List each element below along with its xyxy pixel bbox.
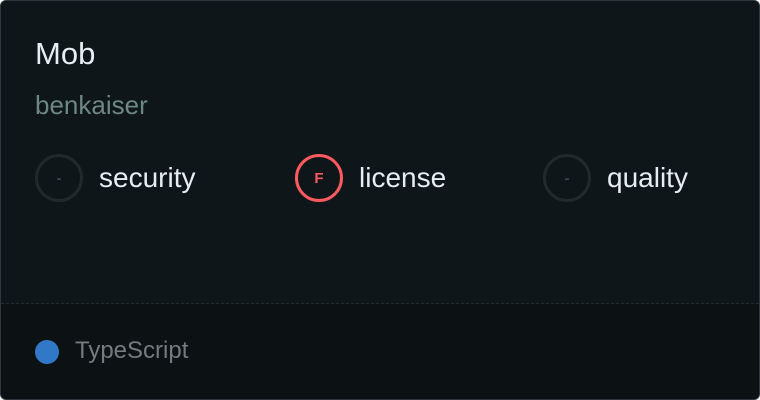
repo-card[interactable]: Mob benkaiser - security F license - qua… [0, 0, 760, 400]
security-label: security [99, 162, 196, 193]
quality-grade-badge: - [543, 154, 591, 202]
security-metric: - security [35, 154, 195, 202]
security-grade-badge: - [35, 154, 83, 202]
language-name: TypeScript [75, 337, 189, 364]
repo-card-footer: TypeScript [1, 304, 759, 399]
license-metric: F license [295, 154, 446, 202]
repo-name[interactable]: Mob [35, 36, 95, 72]
quality-label: quality [607, 162, 688, 193]
license-grade-badge: F [295, 154, 343, 202]
license-label: license [359, 162, 447, 193]
repo-owner[interactable]: benkaiser [35, 89, 148, 121]
repo-card-header: Mob benkaiser - security F license - qua… [1, 1, 759, 303]
language-color-dot-icon [35, 340, 59, 364]
quality-metric: - quality [543, 154, 688, 202]
